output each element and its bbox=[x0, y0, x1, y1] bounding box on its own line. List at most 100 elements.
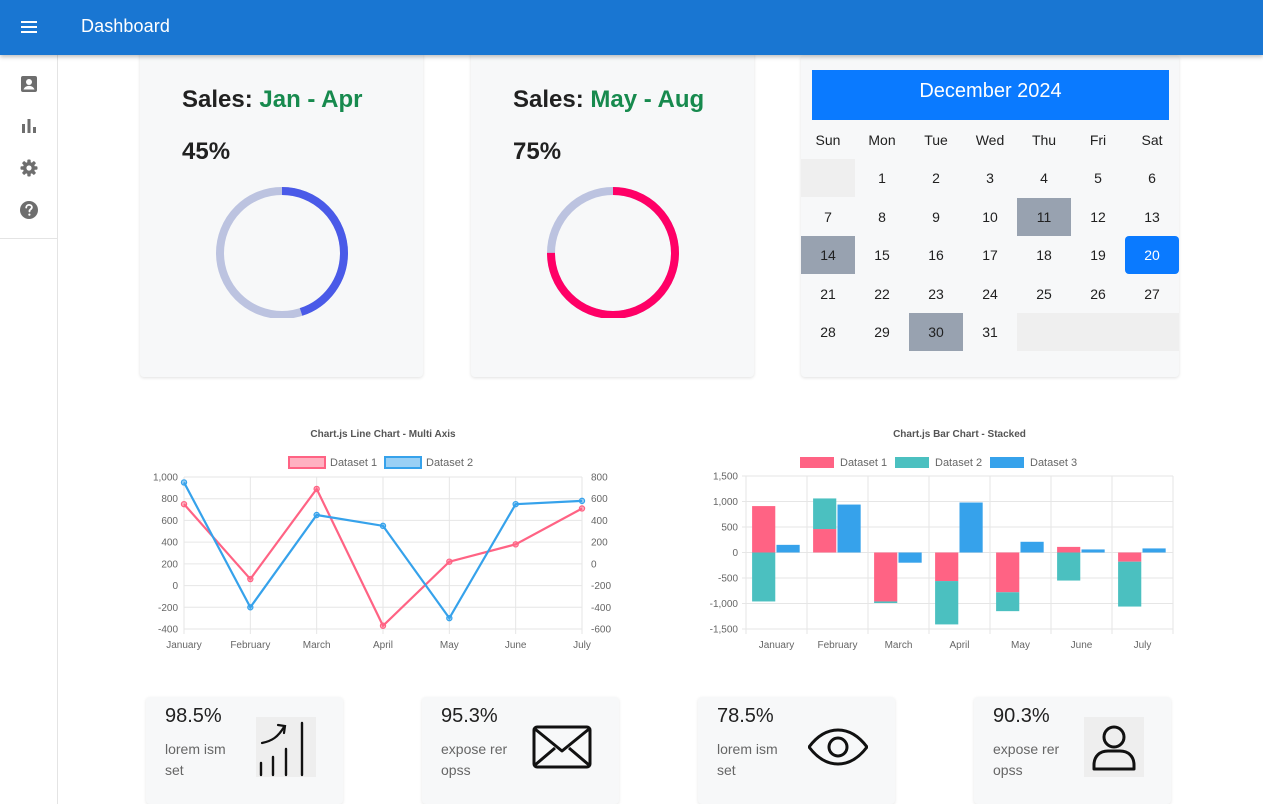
chart-title: Chart.js Line Chart - Multi Axis bbox=[310, 429, 456, 440]
calendar-day[interactable]: 4 bbox=[1017, 159, 1071, 197]
x-tick-label: February bbox=[230, 640, 270, 651]
x-tick-label: April bbox=[373, 640, 393, 651]
y-right-tick-label: 200 bbox=[591, 538, 608, 549]
bar-chart-stacked: Chart.js Bar Chart - Stacked Dataset 1 Dat… bbox=[710, 429, 1174, 651]
calendar-day[interactable]: 22 bbox=[855, 275, 909, 313]
help-icon[interactable] bbox=[19, 200, 39, 220]
stat-value: 98.5% bbox=[165, 705, 222, 727]
legend-swatch bbox=[384, 456, 422, 469]
bar-segment bbox=[996, 552, 1020, 593]
sales-title-prefix: Sales: bbox=[182, 86, 260, 113]
stat-label: expose rer opss bbox=[993, 741, 1060, 778]
x-tick-label: March bbox=[303, 640, 331, 651]
app-bar: Dashboard bbox=[0, 0, 1263, 55]
calendar-day[interactable]: 11 bbox=[1017, 197, 1071, 236]
data-point bbox=[247, 604, 254, 611]
data-point bbox=[379, 522, 387, 530]
stat-value: 78.5% bbox=[717, 705, 774, 727]
calendar-day[interactable]: 24 bbox=[963, 275, 1017, 313]
y-right-tick-label: -600 bbox=[591, 625, 611, 636]
x-tick-label: May bbox=[440, 640, 459, 651]
calendar-day[interactable]: 7 bbox=[801, 198, 855, 236]
y-left-tick-label: 600 bbox=[161, 516, 178, 527]
bar-segment bbox=[935, 581, 959, 625]
x-tick-label: May bbox=[1011, 640, 1030, 651]
calendar-day[interactable]: 17 bbox=[963, 236, 1017, 274]
calendar-day[interactable]: 27 bbox=[1125, 275, 1179, 313]
calendar-day[interactable]: 23 bbox=[909, 275, 963, 313]
bar-segment bbox=[813, 529, 837, 553]
calendar-day[interactable]: 6 bbox=[1125, 159, 1179, 197]
sidebar bbox=[0, 55, 58, 804]
y-right-tick-label: -200 bbox=[591, 581, 611, 592]
calendar-day[interactable]: 14 bbox=[801, 236, 855, 275]
bar-segment bbox=[898, 552, 922, 563]
calendar-day[interactable]: 16 bbox=[909, 236, 963, 274]
calendar-day[interactable]: 1 bbox=[855, 159, 909, 197]
stat-value: 95.3% bbox=[441, 705, 498, 727]
calendar-day[interactable]: 31 bbox=[963, 313, 1017, 351]
bar-segment bbox=[837, 504, 861, 553]
bar-segment bbox=[752, 506, 776, 553]
bar-segment bbox=[996, 592, 1020, 612]
y-tick-label: -500 bbox=[718, 574, 738, 585]
calendar-weekday: Thu bbox=[1031, 132, 1057, 148]
calendar-day[interactable]: 5 bbox=[1071, 159, 1125, 197]
y-right-tick-label: 800 bbox=[591, 473, 608, 484]
y-right-tick-label: 0 bbox=[591, 559, 597, 570]
bar-segment bbox=[1057, 552, 1081, 581]
data-point bbox=[446, 558, 453, 565]
calendar-day[interactable]: 21 bbox=[801, 275, 855, 313]
calendar-day[interactable]: 28 bbox=[801, 313, 855, 351]
gear-icon[interactable] bbox=[19, 158, 39, 178]
sales-title: Sales: May - Aug bbox=[513, 86, 704, 114]
calendar-day[interactable]: 25 bbox=[1017, 275, 1071, 313]
sales-percent: 75% bbox=[513, 138, 562, 165]
data-point bbox=[247, 575, 254, 583]
y-tick-label: 1,500 bbox=[713, 472, 738, 483]
calendar-day[interactable]: 10 bbox=[963, 198, 1017, 236]
bar-segment bbox=[1118, 561, 1142, 607]
calendar-weekday: Mon bbox=[868, 132, 896, 148]
calendar-day[interactable]: 15 bbox=[855, 236, 909, 274]
contact-card-icon[interactable] bbox=[19, 74, 39, 94]
stat-label: expose rer opss bbox=[441, 741, 508, 778]
calendar-day[interactable]: 26 bbox=[1071, 275, 1125, 313]
sidebar-divider bbox=[0, 238, 57, 239]
chart-title: Chart.js Bar Chart - Stacked bbox=[893, 429, 1026, 440]
calendar-month-title: December 2024 bbox=[812, 70, 1169, 120]
bar-segment bbox=[1020, 541, 1044, 553]
legend-swatch bbox=[990, 457, 1024, 468]
eye-icon bbox=[808, 728, 868, 766]
bar-segment bbox=[935, 552, 959, 582]
calendar-day[interactable]: 18 bbox=[1017, 236, 1071, 274]
sales-donut-may-aug bbox=[547, 187, 679, 318]
calendar-day[interactable]: 12 bbox=[1071, 198, 1125, 236]
bar-segment bbox=[1142, 548, 1166, 553]
calendar-day[interactable]: 8 bbox=[855, 198, 909, 236]
calendar-day[interactable]: 13 bbox=[1125, 198, 1179, 236]
data-point bbox=[512, 541, 519, 548]
data-point bbox=[180, 500, 188, 508]
y-tick-label: -1,500 bbox=[710, 625, 739, 636]
sales-range: May - Aug bbox=[590, 86, 705, 113]
calendar-day[interactable]: 2 bbox=[909, 159, 963, 197]
calendar-day[interactable]: 9 bbox=[909, 198, 963, 236]
sales-card-may-aug: Sales: May - Aug 75% bbox=[471, 50, 754, 377]
calendar-weekday: Wed bbox=[975, 132, 1005, 148]
calendar-day[interactable]: 29 bbox=[855, 313, 909, 351]
calendar-weekday: Fri bbox=[1089, 132, 1107, 148]
bar-chart-icon[interactable] bbox=[19, 116, 39, 136]
calendar-day[interactable]: 19 bbox=[1071, 236, 1125, 274]
user-icon bbox=[1084, 717, 1144, 777]
bar-segment bbox=[874, 601, 898, 603]
x-tick-label: June bbox=[1071, 640, 1093, 651]
y-right-tick-label: 400 bbox=[591, 516, 608, 527]
calendar-day[interactable]: 3 bbox=[963, 159, 1017, 197]
menu-icon[interactable] bbox=[16, 14, 42, 40]
calendar-day-today[interactable]: 20 bbox=[1125, 236, 1179, 275]
bar-segment bbox=[752, 552, 776, 602]
bar-segment bbox=[813, 498, 837, 530]
legend-label: Dataset 1 bbox=[330, 457, 377, 469]
calendar-day[interactable]: 30 bbox=[909, 313, 963, 352]
